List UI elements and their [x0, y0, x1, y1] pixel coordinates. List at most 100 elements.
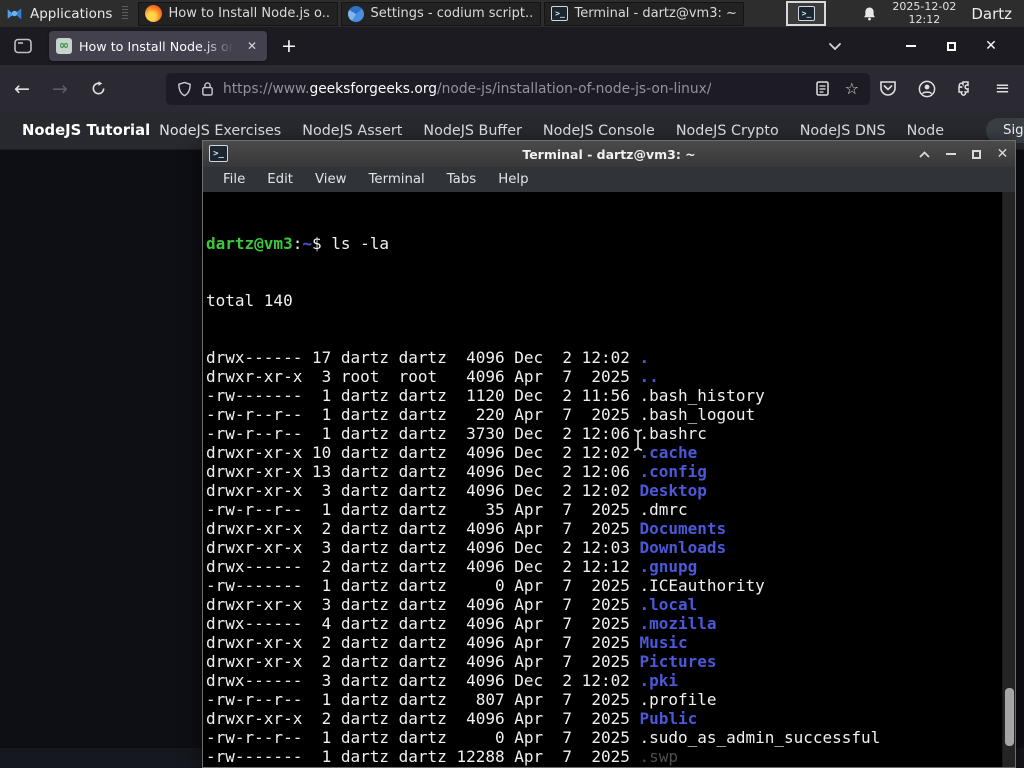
- reload-icon: [92, 81, 104, 95]
- directory-name: Documents: [639, 519, 727, 538]
- taskbar-item-firefox[interactable]: How to Install Node.js o...: [138, 1, 339, 26]
- nav-item[interactable]: NodeJS DNS: [800, 123, 886, 139]
- nav-item[interactable]: NodeJS Console: [543, 123, 655, 139]
- applications-label: Applications: [30, 5, 113, 22]
- minimize-icon: [945, 153, 956, 155]
- taskbar-item-codium[interactable]: Settings - codium script...: [341, 1, 542, 26]
- scrollbar-thumb[interactable]: [1005, 688, 1014, 746]
- terminal-minimize-button[interactable]: [944, 148, 957, 161]
- menu-terminal[interactable]: Terminal: [358, 172, 436, 187]
- extensions-puzzle-icon[interactable]: [957, 80, 974, 97]
- clock-date: 2025-12-02: [892, 0, 957, 13]
- menu-tabs[interactable]: Tabs: [436, 172, 487, 187]
- terminal-close-button[interactable]: ✕: [996, 147, 1009, 161]
- browser-tab[interactable]: ∞ How to Install Node.js on ✕: [49, 31, 267, 61]
- forward-button[interactable]: →: [44, 73, 76, 105]
- xfce-panel: Applications How to Install Node.js o...…: [0, 0, 1024, 27]
- ibeam-cursor: [633, 429, 643, 451]
- close-button[interactable]: ✕: [984, 39, 998, 53]
- panel-clock[interactable]: 2025-12-02 12:12: [892, 0, 957, 26]
- applications-menu-button[interactable]: Applications: [0, 0, 118, 27]
- reload-button[interactable]: [82, 73, 114, 105]
- nav-item[interactable]: NodeJS Assert: [302, 123, 402, 139]
- pocket-icon[interactable]: [879, 80, 897, 97]
- directory-name: ..: [639, 367, 659, 386]
- account-icon[interactable]: [918, 80, 936, 98]
- prompt-line: dartz@vm3:~$ ls -la: [206, 234, 390, 253]
- navigation-toolbar: ← → https://www.geeksforgeeks.org/node-j…: [0, 65, 1024, 112]
- command-text: ls -la: [331, 234, 390, 253]
- directory-name: Downloads: [639, 538, 727, 557]
- maximize-icon: [946, 41, 956, 51]
- terminal-window: >_ Terminal - dartz@vm3: ~ ✕ File Edit V…: [202, 140, 1016, 768]
- file-name: .bash_history: [639, 386, 765, 405]
- nav-item[interactable]: NodeJS Crypto: [676, 123, 779, 139]
- terminal-line: -rw------- 1 dartz dartz 0 Apr 7 2025 .I…: [206, 576, 765, 595]
- shade-button[interactable]: [918, 148, 931, 161]
- geeksforgeeks-favicon: ∞: [56, 38, 72, 54]
- file-name: .sudo_as_admin_successful: [639, 728, 881, 747]
- terminal-line: drwx------ 4 dartz dartz 4096 Apr 7 2025…: [206, 614, 717, 633]
- directory-name: Public: [639, 709, 698, 728]
- nav-item[interactable]: NodeJS Exercises: [159, 123, 281, 139]
- user-menu[interactable]: Dartz: [971, 5, 1012, 23]
- terminal-line: drwxr-xr-x 3 root root 4096 Apr 7 2025 .…: [206, 367, 659, 386]
- file-name: .profile: [639, 690, 717, 709]
- terminal-menubar: File Edit View Terminal Tabs Help: [203, 167, 1015, 192]
- tracking-shield-icon[interactable]: [177, 81, 192, 97]
- terminal-window-controls: ✕: [918, 141, 1009, 167]
- terminal-scrollbar[interactable]: [1002, 192, 1015, 767]
- menu-file[interactable]: File: [212, 172, 256, 187]
- menu-hamburger-icon[interactable]: ≡: [995, 78, 1010, 99]
- back-button[interactable]: ←: [6, 73, 38, 105]
- directory-name: .cache: [639, 443, 698, 462]
- url-bar[interactable]: https://www.geeksforgeeks.org/node-js/in…: [166, 72, 870, 105]
- terminal-line: drwxr-xr-x 2 dartz dartz 4096 Apr 7 2025…: [206, 633, 688, 652]
- terminal-titlebar[interactable]: >_ Terminal - dartz@vm3: ~ ✕: [203, 141, 1015, 167]
- file-name: .swp: [639, 747, 679, 766]
- directory-name: .pki: [639, 671, 679, 690]
- terminal-icon: >_: [551, 6, 569, 21]
- taskbar-item-terminal[interactable]: >_ Terminal - dartz@vm3: ~: [544, 1, 745, 26]
- terminal-line: drwxr-xr-x 2 dartz dartz 4096 Apr 7 2025…: [206, 709, 698, 728]
- file-name: .dmrc: [639, 500, 688, 519]
- xfce-logo-icon: [7, 8, 22, 20]
- directory-name: Music: [639, 633, 688, 652]
- file-name: .bashrc: [639, 424, 707, 443]
- directory-name: .mozilla: [639, 614, 717, 633]
- terminal-line: drwxr-xr-x 3 dartz dartz 4096 Dec 2 12:0…: [206, 481, 707, 500]
- terminal-line: -rw------- 1 dartz dartz 1120 Dec 2 11:5…: [206, 386, 765, 405]
- nav-item[interactable]: NodeJS Buffer: [423, 123, 522, 139]
- terminal-line: drwxr-xr-x 2 dartz dartz 4096 Apr 7 2025…: [206, 519, 727, 538]
- terminal-maximize-button[interactable]: [970, 148, 983, 161]
- menu-edit[interactable]: Edit: [256, 172, 304, 187]
- reader-view-icon[interactable]: [815, 81, 829, 96]
- bookmark-star-icon[interactable]: ☆: [845, 79, 859, 98]
- window-controls: ✕: [828, 39, 1024, 53]
- clock-time: 12:12: [908, 12, 941, 26]
- terminal-line: drwxr-xr-x 3 dartz dartz 4096 Dec 2 12:0…: [206, 538, 727, 557]
- tab-close-icon[interactable]: ✕: [244, 37, 260, 55]
- terminal-window-title: Terminal - dartz@vm3: ~: [522, 146, 696, 162]
- nav-back-label[interactable]: NodeJS Tutorial: [22, 122, 150, 139]
- firefox-view-button[interactable]: [8, 32, 38, 60]
- file-listing: drwx------ 17 dartz dartz 4096 Dec 2 12:…: [206, 348, 999, 767]
- notification-bell-icon[interactable]: [862, 6, 877, 22]
- minimize-button[interactable]: [904, 39, 918, 53]
- file-name: .ICEauthority: [639, 576, 765, 595]
- terminal-output[interactable]: dartz@vm3:~$ ls -la total 140 drwx------…: [203, 192, 1015, 767]
- new-tab-button[interactable]: +: [281, 35, 297, 57]
- menu-help[interactable]: Help: [487, 172, 539, 187]
- workspace-switcher[interactable]: >_: [786, 1, 827, 26]
- menu-view[interactable]: View: [304, 172, 358, 187]
- nav-item[interactable]: Node: [907, 123, 944, 139]
- maximize-button[interactable]: [944, 39, 958, 53]
- terminal-line: drwxr-xr-x 13 dartz dartz 4096 Dec 2 12:…: [206, 462, 707, 481]
- taskbar: How to Install Node.js o... Settings - c…: [138, 1, 745, 26]
- lock-icon[interactable]: [201, 81, 214, 96]
- terminal-line: -rw-r--r-- 1 dartz dartz 220 Apr 7 2025 …: [206, 405, 756, 424]
- terminal-line: drwxr-xr-x 3 dartz dartz 4096 Apr 7 2025…: [206, 595, 698, 614]
- taskbar-item-label: How to Install Node.js o...: [168, 6, 332, 21]
- minimize-icon: [906, 45, 916, 47]
- list-all-tabs-icon[interactable]: [828, 42, 842, 51]
